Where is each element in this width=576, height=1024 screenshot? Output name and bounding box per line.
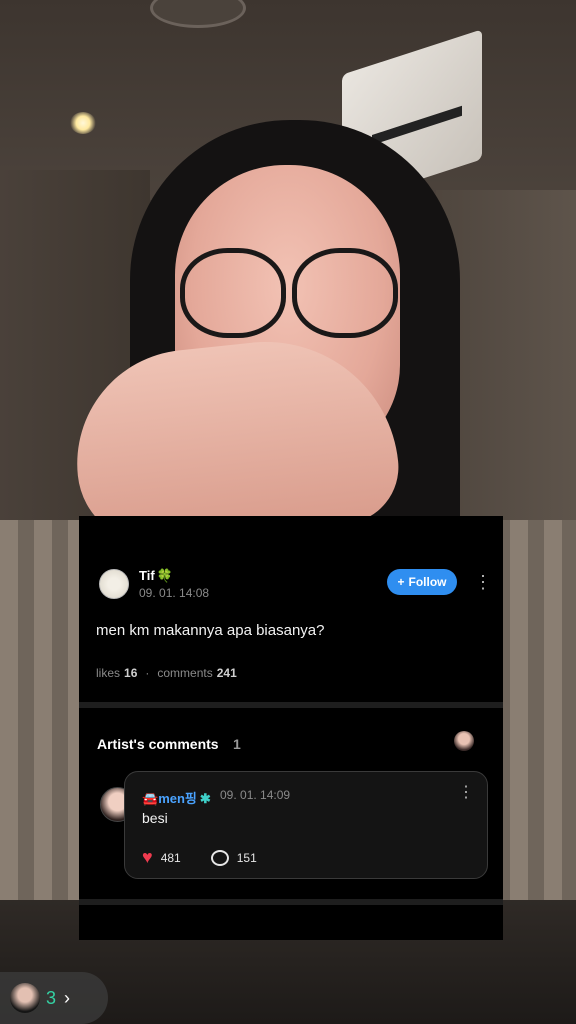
avatar[interactable]: [99, 569, 129, 599]
comment-stats: likes 16 · comments 241: [96, 666, 237, 680]
reply-date: 09. 01. 14:09: [220, 788, 291, 802]
follow-label: Follow: [408, 575, 447, 589]
fan-comment: Tif 🍀 09. 01. 14:08 + Follow ⋮ men km mak…: [79, 516, 503, 700]
viewer-count: 3: [46, 987, 57, 1008]
car-icon: 🚘: [142, 791, 159, 806]
comment-text: men km makannya apa biasanya?: [96, 622, 325, 639]
glasses-right-lens: [292, 248, 398, 338]
author-name: Tif: [139, 568, 155, 583]
likes-label: likes: [96, 666, 121, 680]
reply-count: 151: [236, 850, 257, 865]
comment-author[interactable]: Tif 🍀: [139, 568, 173, 584]
artist-name[interactable]: 🚘men핑 ✱: [142, 788, 211, 807]
like-count: 481: [160, 850, 181, 865]
divider-bottom: [79, 899, 503, 905]
chevron-right-icon: ›: [64, 987, 71, 1008]
viewer-avatar: [10, 983, 40, 1013]
artist-reply: 🚘men핑 ✱ 09. 01. 14:09 ⋮ besi ♥ 481 151: [124, 771, 488, 879]
likes-count: 16: [124, 666, 138, 680]
viewer-count-pill[interactable]: 3 ›: [0, 972, 108, 1024]
more-options-icon[interactable]: ⋮: [474, 573, 492, 591]
verified-icon: ✱: [199, 791, 211, 806]
comment-card: Tif 🍀 09. 01. 14:08 + Follow ⋮ men km mak…: [79, 516, 503, 940]
comments-label: comments: [157, 666, 213, 680]
clover-icon: 🍀: [156, 568, 173, 583]
comment-date: 09. 01. 14:08: [139, 586, 210, 600]
artist-comments-count: 1: [233, 736, 241, 752]
comments-count: 241: [216, 666, 237, 680]
follow-button[interactable]: + Follow: [387, 569, 457, 595]
divider: [79, 702, 503, 708]
reply-text: besi: [142, 810, 168, 826]
ceiling-lamp: [70, 112, 96, 134]
artist-comments-title: Artist's comments: [97, 736, 219, 752]
artist-name-text: men핑: [158, 791, 197, 806]
reply-more-options-icon[interactable]: ⋮: [458, 784, 474, 802]
heart-icon[interactable]: ♥: [142, 847, 153, 868]
artist-avatar-small[interactable]: [454, 731, 474, 751]
reply-stats: ♥ 481 151: [142, 847, 257, 868]
reply-bubble-icon[interactable]: [210, 849, 229, 866]
stats-dot: ·: [145, 666, 150, 680]
glasses-left-lens: [180, 248, 286, 338]
plus-icon: +: [397, 575, 405, 589]
